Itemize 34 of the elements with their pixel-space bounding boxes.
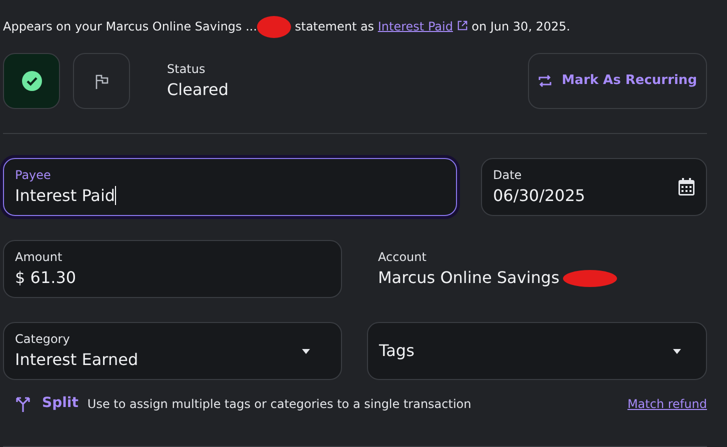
status-label: Status — [167, 61, 206, 78]
caret-icon — [673, 348, 681, 354]
cleared-button[interactable] — [3, 53, 60, 109]
date-field[interactable]: Date 06/30/2025 — [481, 158, 707, 216]
date-label: Date — [493, 167, 523, 184]
amount-value: $ 61.30 — [15, 267, 76, 289]
match-refund-link[interactable]: Match refund — [627, 394, 707, 412]
tags-placeholder: Tags — [379, 340, 416, 362]
caret-icon — [302, 348, 310, 354]
category-value: Interest Earned — [15, 349, 140, 371]
account-label: Account — [378, 249, 428, 266]
payee-field[interactable]: Payee Interest Paid — [3, 158, 457, 216]
repeat-icon — [538, 74, 552, 88]
calendar-icon[interactable] — [678, 178, 695, 196]
flag-icon — [94, 74, 108, 88]
mark-recurring-button[interactable]: Mark As Recurring — [528, 53, 707, 109]
payee-label: Payee — [15, 167, 52, 184]
account-value: Marcus Online Savings — [378, 267, 560, 289]
check-circle-icon — [22, 71, 42, 91]
external-link-icon — [456, 20, 468, 32]
category-label: Category — [15, 331, 71, 348]
date-value: 06/30/2025 — [493, 185, 586, 207]
amount-field[interactable]: Amount $ 61.30 — [3, 240, 342, 298]
amount-label: Amount — [15, 249, 64, 266]
statement-note: Appears on your Marcus Online Savings ... statement as Interest Paid on Jun 30, 2025. — [3, 16, 707, 38]
split-button[interactable]: Split — [42, 393, 78, 414]
text-cursor — [115, 186, 116, 205]
payee-value: Interest Paid — [15, 185, 116, 207]
split-icon — [15, 394, 33, 412]
status-value: Cleared — [167, 79, 228, 101]
split-hint: Use to assign multiple tags or categories to a single transaction — [87, 396, 472, 412]
tags-select[interactable]: Tags — [367, 322, 707, 380]
payee-link[interactable]: Interest Paid — [378, 19, 453, 34]
category-select[interactable]: Category Interest Earned — [3, 322, 342, 380]
